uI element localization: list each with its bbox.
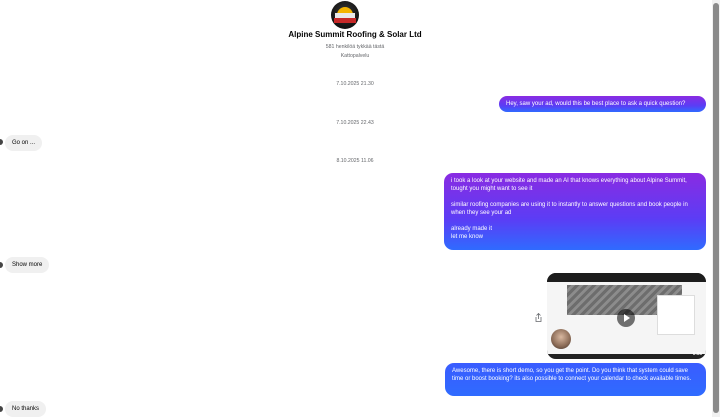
message-text: let me know — [451, 234, 484, 240]
logo-band — [334, 18, 356, 23]
video-taskbar — [547, 354, 706, 359]
message-text: No thanks — [12, 406, 40, 412]
page-name[interactable]: Alpine Summit Roofing & Solar Ltd — [0, 30, 710, 39]
timestamp: 7.10.2025 21.30 — [336, 81, 374, 87]
sender-avatar — [0, 139, 3, 145]
message-incoming[interactable]: Go on ... — [5, 135, 43, 151]
video-attachment[interactable]: 0:06 — [547, 273, 706, 359]
share-icon-glyph — [535, 312, 542, 322]
message-text: already made it — [451, 226, 493, 232]
page-avatar[interactable] — [331, 1, 359, 29]
video-browser-bar — [547, 273, 706, 282]
scrollbar-thumb[interactable] — [713, 3, 719, 413]
message-incoming[interactable]: Show more — [5, 257, 50, 273]
video-duration: 0:06 — [692, 351, 702, 356]
timestamp: 8.10.2025 11.06 — [336, 158, 374, 164]
page-category: Kattopalvelu — [340, 53, 370, 59]
message-outgoing[interactable]: Hey, saw your ad, would this be best pla… — [499, 96, 706, 112]
message-text: i took a look at your website and made a… — [451, 178, 687, 192]
scrollbar[interactable] — [712, 0, 720, 417]
message-text: Awesome, there is short demo, so you get… — [452, 368, 692, 382]
message-text: similar roofing companies are using it t… — [451, 202, 688, 216]
video-side-panel — [657, 295, 695, 335]
sender-avatar — [0, 406, 3, 412]
message-text: Show more — [12, 262, 43, 268]
message-outgoing[interactable]: i took a look at your website and made a… — [444, 173, 706, 250]
play-icon[interactable] — [617, 309, 635, 327]
message-text: Go on ... — [12, 140, 36, 146]
message-text: Hey, saw your ad, would this be best pla… — [506, 101, 686, 107]
page-likes: 581 henkilöä tykkää tästä — [325, 44, 385, 50]
video-presenter — [551, 329, 571, 349]
message-incoming[interactable]: No thanks — [5, 401, 47, 417]
message-outgoing[interactable]: Awesome, there is short demo, so you get… — [445, 363, 706, 396]
timestamp: 7.10.2025 22.43 — [336, 120, 374, 126]
share-icon[interactable] — [535, 312, 542, 322]
sender-avatar — [0, 262, 3, 268]
